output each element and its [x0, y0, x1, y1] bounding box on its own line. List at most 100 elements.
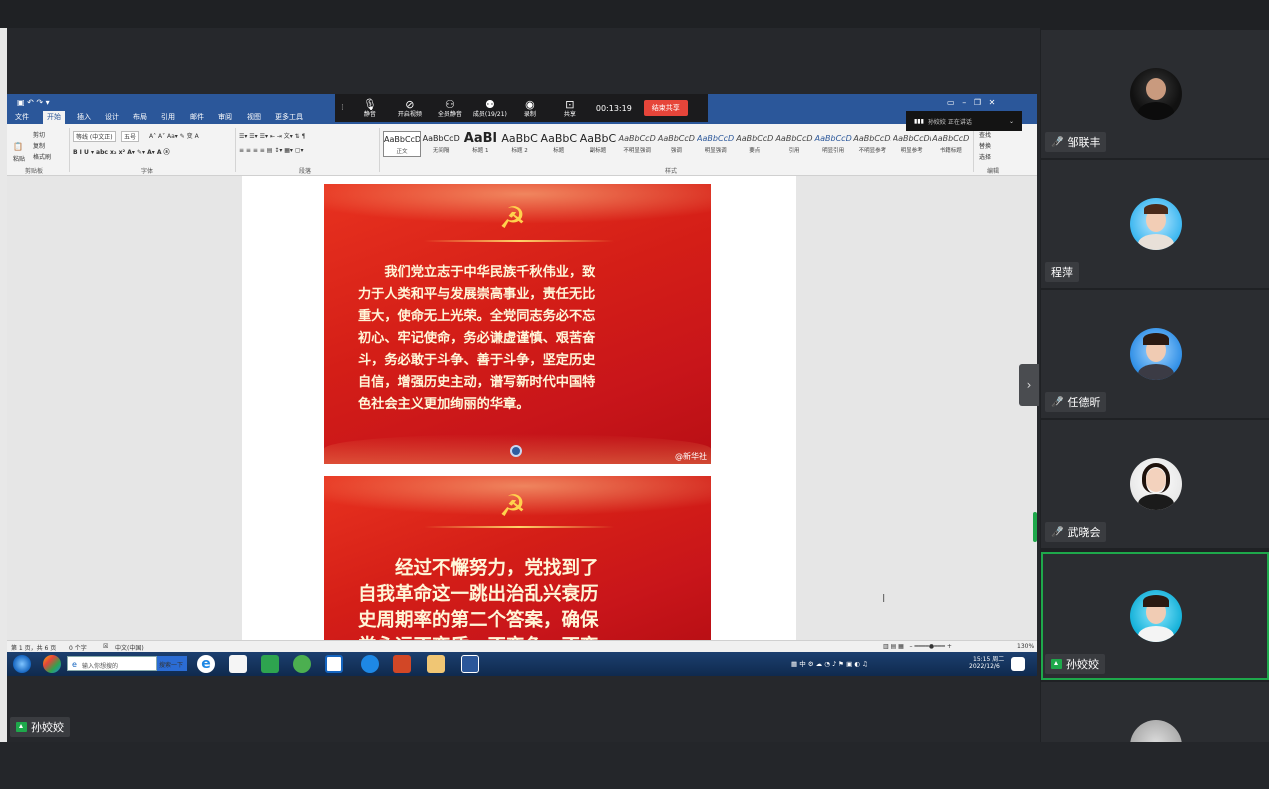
- copy-button[interactable]: 复制: [33, 141, 45, 150]
- style-label: 无间隔: [432, 148, 450, 154]
- participant-tile[interactable]: 🎤̸ 武晓会: [1041, 420, 1269, 548]
- font-format-buttons[interactable]: B I U ▾ abc x₂ x² A▾ ✎▾ A▾ A ⓐ: [73, 147, 170, 156]
- paste-icon[interactable]: 📋: [13, 142, 23, 151]
- paragraph-align-buttons[interactable]: ≡ ≡ ≡ ≡ ▤ ↕▾ ▦▾ ▢▾: [239, 147, 304, 154]
- paste-button[interactable]: 粘贴: [13, 154, 25, 163]
- style-option[interactable]: AaBbCcD 正文: [383, 131, 421, 157]
- avatar-hair: [1143, 595, 1169, 607]
- tab-insert[interactable]: 插入: [77, 112, 91, 122]
- drag-handle-icon[interactable]: ⁞: [341, 103, 344, 113]
- avatar-hair: [1144, 204, 1168, 214]
- tab-review[interactable]: 审阅: [218, 112, 232, 122]
- document-page[interactable]: ☭ 我们党立志于中华民族千秋伟业，致 力于人类和平与发展崇高事业，责任无比 重大…: [242, 176, 796, 646]
- avatar-face: [1146, 78, 1166, 100]
- xinhua-logo-icon: [510, 445, 522, 457]
- style-option[interactable]: AaBbC 副标题: [579, 131, 617, 157]
- file-icon[interactable]: [229, 655, 247, 673]
- search-button[interactable]: 搜索一下: [157, 656, 187, 671]
- participant-name-tag: 🎤̸ 任德昕: [1045, 392, 1107, 412]
- search-input[interactable]: e 输入你想搜的: [67, 656, 157, 671]
- cut-button[interactable]: 剪切: [33, 130, 45, 139]
- tab-design[interactable]: 设计: [105, 112, 119, 122]
- party-emblem-icon: ☭: [499, 201, 526, 236]
- find-button[interactable]: 查找: [979, 130, 991, 139]
- tab-layout[interactable]: 布局: [133, 112, 147, 122]
- style-option[interactable]: AaBbCcD 引用: [775, 131, 813, 157]
- proofing-icon[interactable]: ☒: [103, 643, 108, 650]
- chevron-right-icon: ›: [1026, 378, 1032, 392]
- style-option[interactable]: AaBbC 标题: [540, 131, 578, 157]
- end-share-button[interactable]: 结束共享: [643, 100, 688, 116]
- font-name-select[interactable]: 等线 (中文正): [73, 131, 116, 142]
- status-zoom[interactable]: 130%: [1017, 643, 1034, 650]
- show-desktop-icon[interactable]: [1011, 657, 1025, 671]
- style-option[interactable]: AaBbC 标题 2: [501, 131, 539, 157]
- style-option[interactable]: AaBl 标题 1: [461, 131, 499, 157]
- quick-access-icons[interactable]: ▣ ↶ ↷ ▾: [17, 98, 50, 107]
- scroll-indicator[interactable]: [1033, 512, 1037, 542]
- tab-file[interactable]: 文件: [15, 112, 29, 122]
- status-language[interactable]: 中文(中国): [115, 643, 144, 652]
- font-size-controls[interactable]: A˄ A˅ Aa▾ ✎ 变 A: [149, 131, 199, 140]
- iqiyi-icon[interactable]: [261, 655, 279, 673]
- mute-all-button[interactable]: ⚇ 全员静音: [430, 98, 470, 118]
- system-tray-icons[interactable]: ▦ 中 ⚙ ☁ ◔ ♪ ⚑ ▣ ◐ ♫: [791, 658, 868, 668]
- start-video-button[interactable]: ⊘ 开启视频: [390, 98, 430, 118]
- tab-home[interactable]: 开始: [43, 111, 65, 124]
- participant-tile[interactable]: 🎤̸ 任德昕: [1041, 290, 1269, 418]
- meeting-app-icon[interactable]: [361, 655, 379, 673]
- record-button[interactable]: ◉ 录制: [510, 98, 550, 118]
- document-area[interactable]: ☭ 我们党立志于中华民族千秋伟业，致 力于人类和平与发展崇高事业，责任无比 重大…: [7, 176, 1037, 646]
- clock-time[interactable]: 15:15 周二: [973, 654, 1004, 663]
- tab-more-tools[interactable]: 更多工具: [275, 112, 303, 122]
- tab-references[interactable]: 引用: [161, 112, 175, 122]
- mute-button[interactable]: 🎙 静音: [350, 98, 390, 118]
- style-option[interactable]: AaBbCcD 不明显强调: [618, 131, 656, 157]
- poster-1-line: 自信，增强历史主动，谱写新时代中国特: [358, 375, 596, 390]
- avatar: [1130, 198, 1182, 250]
- powerpoint-icon[interactable]: [393, 655, 411, 673]
- participant-tile[interactable]: 🎤̸ 邹联丰: [1041, 30, 1269, 158]
- folder-icon[interactable]: [427, 655, 445, 673]
- tab-view[interactable]: 视图: [247, 112, 261, 122]
- replace-button[interactable]: 替换: [979, 141, 991, 150]
- style-option[interactable]: AaBbCcD 无间隔: [422, 131, 460, 157]
- style-sample: AaBbCcD: [657, 134, 695, 143]
- app-icon[interactable]: [43, 655, 61, 673]
- style-option[interactable]: AaBbCcD 明显引用: [814, 131, 852, 157]
- ie-browser-icon[interactable]: e: [197, 655, 215, 673]
- word-window: ▣ ↶ ↷ ▾ ▭ – ❐ ✕ 文件 开始 插入 设计 布局 引用 邮件 审阅 …: [7, 94, 1037, 676]
- word-app-icon[interactable]: [461, 655, 479, 673]
- status-page[interactable]: 第 1 页，共 6 页: [11, 643, 56, 652]
- participant-tile[interactable]: [1041, 682, 1269, 742]
- participant-tile[interactable]: 程萍: [1041, 160, 1269, 288]
- participant-name: 孙姣姣: [1066, 658, 1099, 671]
- start-button-icon[interactable]: [13, 655, 31, 673]
- style-option[interactable]: AaBbCcDi 明显参考: [893, 131, 931, 157]
- clock-date[interactable]: 2022/12/6: [969, 663, 1000, 670]
- window-controls[interactable]: ▭ – ❐ ✕: [947, 98, 995, 107]
- play-app-icon[interactable]: [325, 655, 343, 673]
- participant-name: 程萍: [1051, 266, 1073, 279]
- status-words[interactable]: 0 个字: [69, 643, 87, 652]
- font-size-select[interactable]: 五号: [121, 131, 140, 142]
- style-option[interactable]: AaBbCcDi 不明显参考: [853, 131, 891, 157]
- style-option[interactable]: AaBbCcD 书籍标题: [932, 131, 970, 157]
- tab-mailings[interactable]: 邮件: [190, 112, 204, 122]
- share-button[interactable]: ⊡ 共享: [550, 98, 590, 118]
- paragraph-list-buttons[interactable]: ☰▾ ☰▾ ☰▾ ⇤ ⇥ 文▾ ⇅ ¶: [239, 131, 305, 140]
- select-button[interactable]: 选择: [979, 152, 991, 161]
- style-option[interactable]: AaBbCcD 强调: [657, 131, 695, 157]
- view-buttons[interactable]: ▥ ▤ ▦ – ━━━━●━━━ +: [883, 643, 952, 650]
- style-option[interactable]: AaBbCcD 要点: [736, 131, 774, 157]
- style-sample: AaBbCcDi: [892, 134, 931, 143]
- format-painter-button[interactable]: 格式刷: [33, 152, 51, 161]
- avatar-hair: [1143, 333, 1169, 345]
- participant-tile-active[interactable]: 孙姣姣: [1041, 552, 1269, 680]
- chevron-down-icon[interactable]: ⌄: [1009, 118, 1014, 125]
- collapse-panel-button[interactable]: ›: [1019, 364, 1039, 406]
- active-speaker-indicator[interactable]: ▮▮▮ 孙姣姣 正在讲话 ⌄: [906, 111, 1022, 131]
- style-option[interactable]: AaBbCcD 明显强调: [697, 131, 735, 157]
- participants-button[interactable]: ⚉ 成员(19/21): [470, 98, 510, 118]
- refresh-app-icon[interactable]: [293, 655, 311, 673]
